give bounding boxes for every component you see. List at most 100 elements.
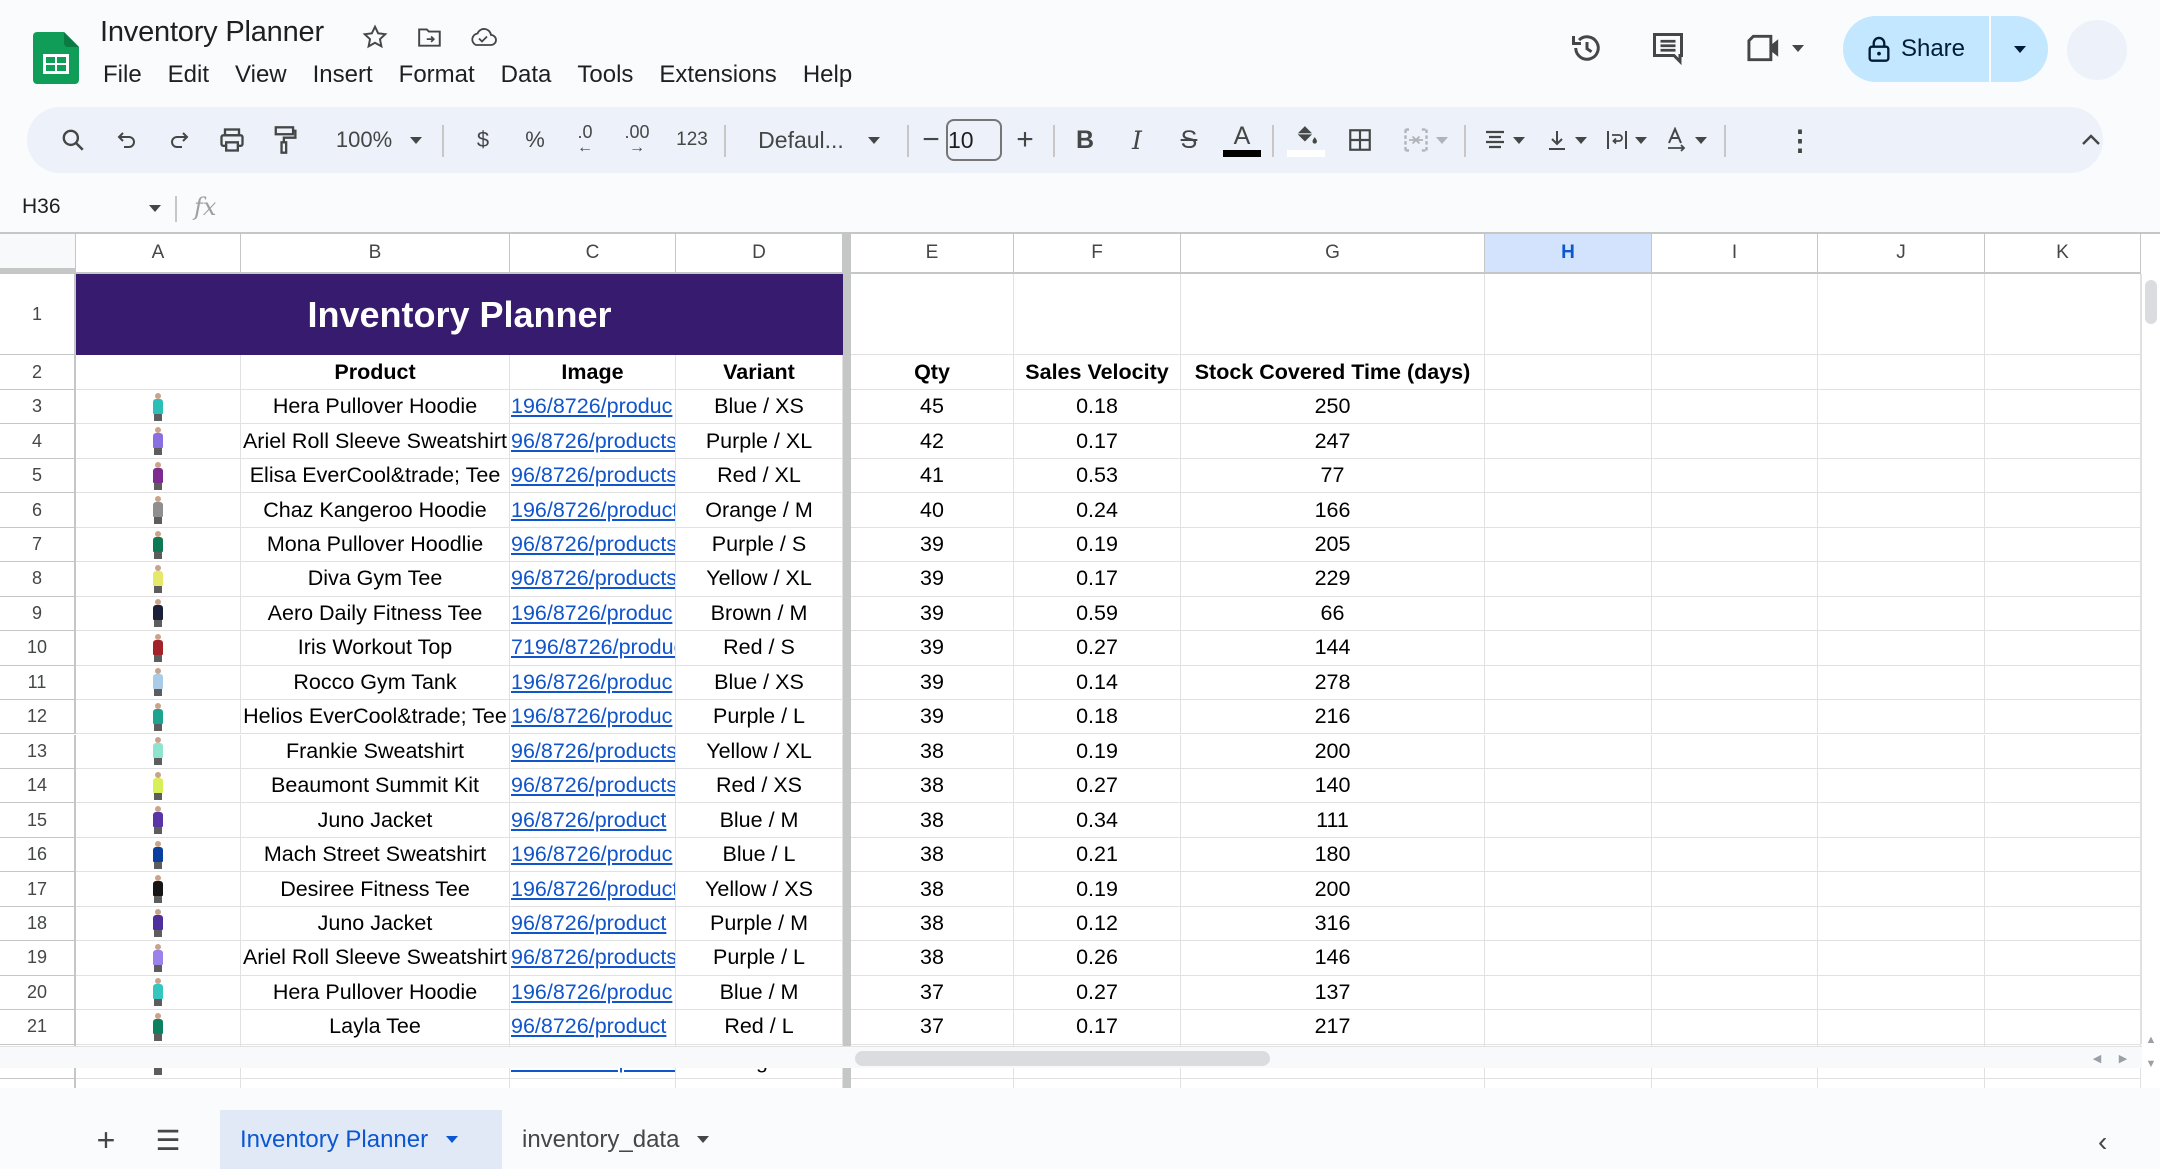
cell-empty[interactable] — [510, 1079, 676, 1088]
column-title-covered[interactable]: Stock Covered Time (days) — [1181, 355, 1485, 390]
paint-format-icon[interactable] — [265, 107, 305, 173]
cell-product[interactable]: Aero Daily Fitness Tee — [241, 596, 510, 632]
bold-button[interactable]: B — [1065, 107, 1105, 173]
product-thumbnail-cell[interactable] — [76, 768, 241, 804]
cell-empty[interactable] — [1818, 390, 1985, 425]
cell-sales-velocity[interactable]: 0.26 — [1014, 941, 1181, 976]
row-header-2[interactable]: 2 — [0, 355, 76, 390]
meet-call-button[interactable] — [1735, 24, 1815, 72]
cell-empty[interactable] — [1985, 274, 2141, 355]
cell-image-link[interactable]: 196/8726/produc — [510, 596, 676, 632]
scroll-right-arrow[interactable]: ▶ — [2114, 1047, 2132, 1069]
chevron-down-icon[interactable] — [697, 1136, 710, 1143]
cell-empty[interactable] — [1652, 527, 1818, 563]
column-header-i[interactable]: I — [1652, 234, 1818, 274]
cell-image-link[interactable]: 96/8726/products — [510, 527, 676, 563]
cell-empty[interactable] — [1818, 768, 1985, 804]
cell-product[interactable]: Ariel Roll Sleeve Sweatshirt — [241, 424, 510, 459]
sheets-logo-icon[interactable] — [33, 32, 79, 84]
cloud-saved-icon[interactable] — [466, 20, 500, 54]
cell-qty[interactable]: 39 — [851, 665, 1014, 701]
cell-empty[interactable] — [1818, 665, 1985, 701]
cell-empty[interactable] — [851, 1079, 1014, 1088]
cell-sales-velocity[interactable]: 0.27 — [1014, 975, 1181, 1011]
cell-variant[interactable]: Blue / L — [676, 837, 843, 873]
sheet-tab-inventory-data[interactable]: inventory_data — [502, 1110, 742, 1169]
cell-empty[interactable] — [1485, 631, 1652, 666]
cell-image-link[interactable]: 196/8726/produc — [510, 665, 676, 701]
cell-sales-velocity[interactable]: 0.59 — [1014, 596, 1181, 632]
cell-empty[interactable] — [1485, 493, 1652, 528]
scroll-up-arrow[interactable]: ▲ — [2142, 1028, 2160, 1052]
cell-variant[interactable]: Yellow / XL — [676, 734, 843, 769]
cell-image-link[interactable]: 96/8726/products — [510, 941, 676, 976]
cell-variant[interactable]: Red / XS — [676, 768, 843, 804]
cell-empty[interactable] — [1985, 700, 2141, 735]
vertical-scrollbar-thumb[interactable] — [2145, 280, 2157, 324]
cell-empty[interactable] — [1818, 803, 1985, 838]
cell-image-link[interactable]: 96/8726/products — [510, 424, 676, 459]
cell-empty[interactable] — [1652, 768, 1818, 804]
product-thumbnail-cell[interactable] — [76, 458, 241, 494]
spreadsheet-grid[interactable]: ▲ ▼ ◀ ▶ A B C D E F G H I J K 1 2 Inventory Planner Pr… — [0, 232, 2160, 1088]
row-header[interactable]: 6 — [0, 493, 76, 528]
cell-empty[interactable] — [1485, 906, 1652, 942]
cell-empty[interactable] — [1485, 596, 1652, 632]
cell-empty[interactable] — [1652, 274, 1818, 355]
redo-icon[interactable] — [159, 107, 199, 173]
decrease-font-size-button[interactable]: − — [913, 107, 949, 173]
horizontal-align-button[interactable] — [1475, 107, 1533, 173]
cell-sales-velocity[interactable]: 0.17 — [1014, 424, 1181, 459]
row-header[interactable]: 16 — [0, 837, 76, 873]
more-formats-button[interactable]: 123 — [667, 107, 717, 173]
cell-empty[interactable] — [1485, 1079, 1652, 1088]
cell-empty[interactable] — [1485, 734, 1652, 769]
cell-empty[interactable] — [1485, 562, 1652, 597]
cell-empty[interactable] — [1818, 424, 1985, 459]
cell-stock-covered-time[interactable]: 200 — [1181, 872, 1485, 907]
italic-button[interactable]: I — [1117, 107, 1157, 173]
cell-variant[interactable]: Blue / XS — [676, 390, 843, 425]
column-title-variant[interactable]: Variant — [676, 355, 843, 390]
column-header-a[interactable]: A — [76, 234, 241, 274]
horizontal-scrollbar[interactable]: ◀ ▶ — [0, 1046, 2160, 1068]
cell-empty[interactable] — [1985, 458, 2141, 494]
cell-empty[interactable] — [1652, 493, 1818, 528]
cell-empty[interactable] — [1985, 665, 2141, 701]
cell-product[interactable]: Mona Pullover Hoodlie — [241, 527, 510, 563]
cell-qty[interactable]: 41 — [851, 458, 1014, 494]
cell-product[interactable]: Hera Pullover Hoodie — [241, 975, 510, 1011]
cell-stock-covered-time[interactable]: 146 — [1181, 941, 1485, 976]
cell-variant[interactable]: Purple / S — [676, 527, 843, 563]
cell-stock-covered-time[interactable]: 180 — [1181, 837, 1485, 873]
row-header[interactable]: 14 — [0, 768, 76, 804]
cell-sales-velocity[interactable]: 0.14 — [1014, 665, 1181, 701]
cell-qty[interactable]: 39 — [851, 562, 1014, 597]
cell-empty[interactable] — [1985, 596, 2141, 632]
row-header[interactable]: 13 — [0, 734, 76, 769]
cell-stock-covered-time[interactable]: 229 — [1181, 562, 1485, 597]
column-header-k[interactable]: K — [1985, 234, 2141, 274]
font-family-select[interactable]: Defaul... — [739, 107, 899, 173]
scroll-down-arrow[interactable]: ▼ — [2142, 1052, 2160, 1076]
row-header[interactable]: 17 — [0, 872, 76, 907]
print-icon[interactable] — [212, 107, 252, 173]
cell-empty[interactable] — [1985, 906, 2141, 942]
cell-empty[interactable] — [1485, 390, 1652, 425]
cell-qty[interactable]: 39 — [851, 596, 1014, 632]
cell-empty[interactable] — [1985, 975, 2141, 1011]
cell-stock-covered-time[interactable]: 316 — [1181, 906, 1485, 942]
cell-product[interactable]: Juno Jacket — [241, 906, 510, 942]
cell-empty[interactable] — [1985, 424, 2141, 459]
cell-empty[interactable] — [1818, 562, 1985, 597]
cell-product[interactable]: Beaumont Summit Kit — [241, 768, 510, 804]
cell-empty[interactable] — [241, 1079, 510, 1088]
row-header[interactable]: 18 — [0, 906, 76, 942]
cell-empty[interactable] — [1014, 1079, 1181, 1088]
cell-image-link[interactable]: 7196/8726/produc — [510, 631, 676, 666]
cell-empty[interactable] — [1652, 562, 1818, 597]
cell-empty[interactable] — [1485, 665, 1652, 701]
cell-product[interactable]: Helios EverCool&trade; Tee — [241, 700, 510, 735]
cell-sales-velocity[interactable]: 0.19 — [1014, 527, 1181, 563]
row-header[interactable]: 12 — [0, 700, 76, 735]
